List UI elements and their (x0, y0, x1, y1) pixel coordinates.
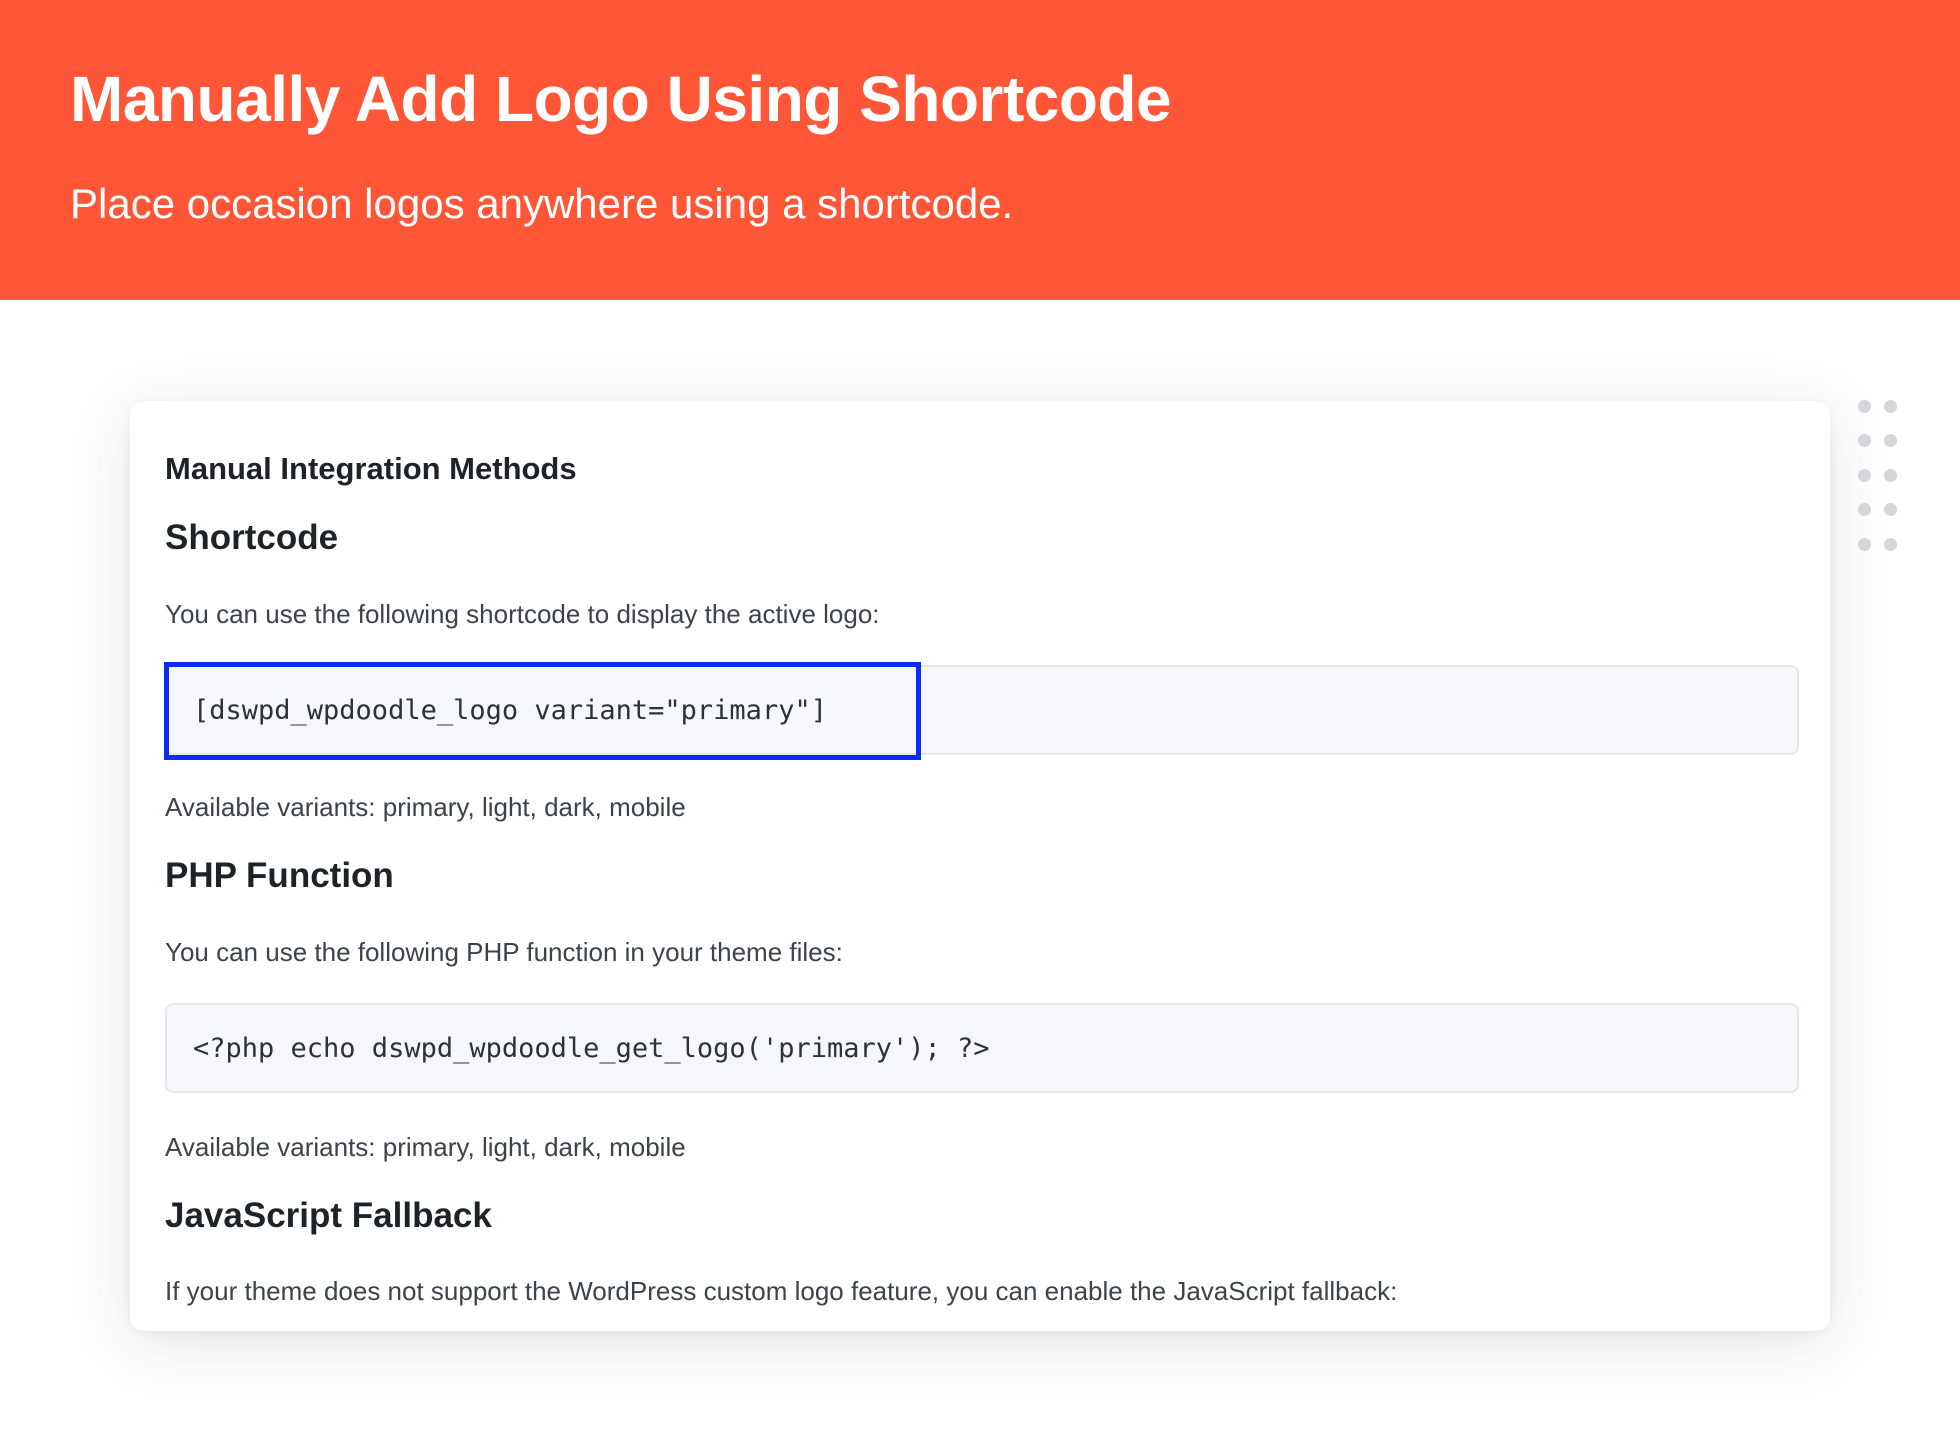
shortcode-description: You can use the following shortcode to d… (165, 599, 880, 629)
drag-dot (1858, 503, 1871, 516)
page-title: Manually Add Logo Using Shortcode (70, 63, 1172, 135)
javascript-description: If your theme does not support the WordP… (165, 1276, 1398, 1306)
javascript-section-title: JavaScript Fallback (165, 1196, 492, 1235)
shortcode-code-block[interactable]: [dswpd_wpdoodle_logo variant="primary"] (164, 662, 1799, 760)
shortcode-code[interactable]: [dswpd_wpdoodle_logo variant="primary"] (193, 695, 827, 726)
shortcode-variants-note: Available variants: primary, light, dark… (165, 792, 686, 822)
drag-dot (1858, 400, 1871, 413)
php-code[interactable]: <?php echo dswpd_wpdoodle_get_logo('prim… (193, 1033, 990, 1064)
drag-dot (1858, 434, 1871, 447)
php-code-block[interactable]: <?php echo dswpd_wpdoodle_get_logo('prim… (165, 1003, 1799, 1093)
shortcode-section-title: Shortcode (165, 518, 339, 557)
php-variants-note: Available variants: primary, light, dark… (165, 1132, 686, 1162)
page-header: Manually Add Logo Using Shortcode Place … (0, 0, 1960, 300)
php-section-title: PHP Function (165, 856, 394, 895)
php-description: You can use the following PHP function i… (165, 937, 843, 967)
drag-handle-icon[interactable] (1858, 400, 1898, 551)
drag-dot (1884, 400, 1897, 413)
drag-dot (1884, 538, 1897, 551)
drag-dot (1884, 469, 1897, 482)
integration-methods-card: Manual Integration Methods Shortcode You… (130, 401, 1830, 1331)
page-subtitle: Place occasion logos anywhere using a sh… (70, 180, 1014, 227)
drag-dot (1884, 503, 1897, 516)
drag-dot (1858, 538, 1871, 551)
drag-dot (1884, 434, 1897, 447)
card-heading: Manual Integration Methods (165, 451, 577, 486)
drag-dot (1858, 469, 1871, 482)
